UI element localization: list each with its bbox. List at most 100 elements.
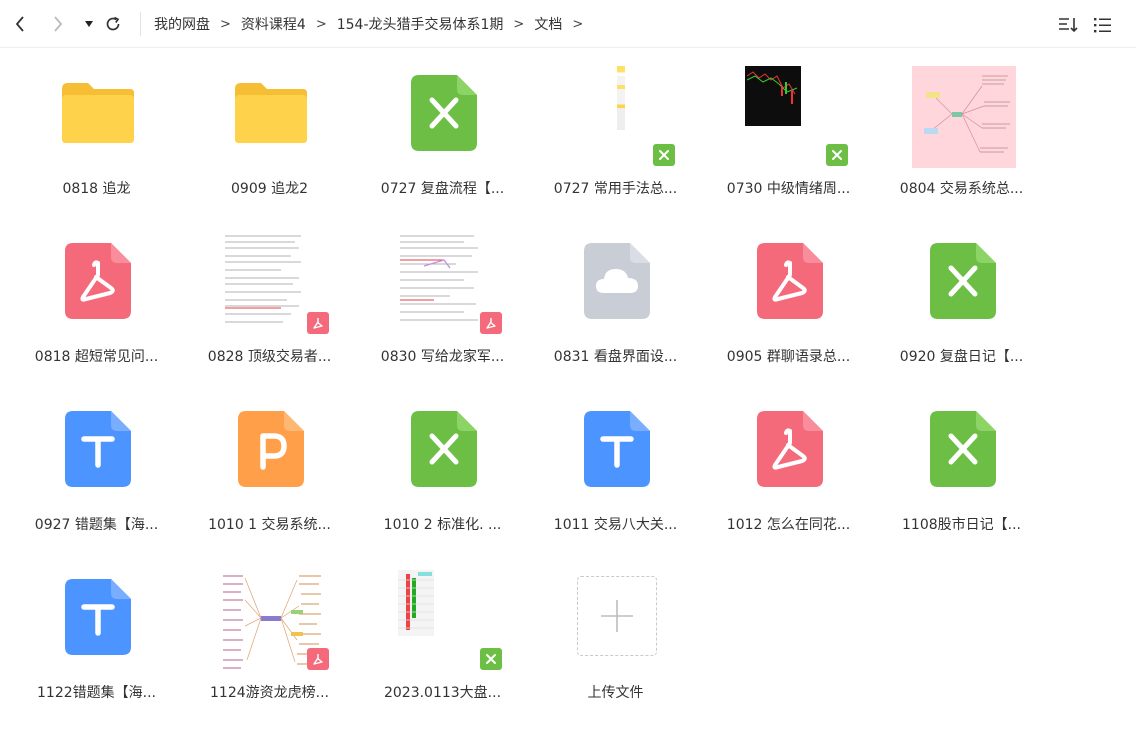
file-name: 1122错题集【海... — [37, 685, 156, 701]
file-tile[interactable]: 1122错题集【海... — [10, 552, 183, 702]
excel-icon — [929, 243, 996, 319]
file-name: 1108股市日记【... — [902, 517, 1021, 533]
chart-preview-thumbnail — [745, 66, 801, 126]
sort-icon — [1059, 18, 1078, 33]
file-name: 0905 群聊语录总... — [726, 349, 851, 365]
file-name: 0727 常用手法总... — [553, 181, 678, 197]
file-tile[interactable]: 1124游资龙虎榜... — [183, 552, 356, 702]
file-tile[interactable]: 0727 复盘流程【... — [356, 48, 529, 198]
file-name: 0828 顶级交易者... — [207, 349, 332, 365]
sort-button[interactable] — [1057, 14, 1079, 36]
word-icon — [64, 579, 131, 655]
file-tile[interactable]: 0831 看盘界面设... — [529, 216, 702, 366]
pdf-preview-thumbnail — [394, 230, 484, 334]
breadcrumb-separator[interactable]: > — [572, 17, 583, 32]
file-name: 0804 交易系统总... — [899, 181, 1024, 197]
tile-thumb — [742, 230, 837, 332]
file-tile[interactable]: 0818 追龙 — [10, 48, 183, 198]
tile-thumb — [221, 230, 329, 334]
file-tile[interactable]: 0818 超短常见问... — [10, 216, 183, 366]
file-name: 1010 1 交易系统... — [208, 517, 331, 533]
breadcrumb-separator: > — [315, 16, 327, 32]
pdf-icon — [756, 243, 823, 319]
file-name: 0927 错题集【海... — [34, 517, 159, 533]
tile-thumb — [223, 62, 318, 164]
file-name: 0909 追龙2 — [231, 181, 308, 197]
file-grid: 0818 追龙 0909 追龙2 0727 复盘流程【... 0727 常用手法… — [0, 48, 1136, 745]
file-tile[interactable]: 0828 顶级交易者... — [183, 216, 356, 366]
excel-icon — [410, 411, 477, 487]
upload-tile[interactable]: 上传文件 — [529, 552, 702, 702]
pdf-icon — [756, 411, 823, 487]
excel-badge-icon — [826, 144, 848, 166]
refresh-button[interactable] — [102, 12, 124, 36]
pdf-preview-thumbnail — [221, 230, 305, 334]
tile-thumb — [396, 398, 491, 500]
file-tile[interactable]: 1012 怎么在同花... — [702, 384, 875, 534]
mindmap-preview-thumbnail — [912, 66, 1016, 168]
upload-button[interactable] — [577, 576, 657, 656]
back-button[interactable] — [9, 12, 31, 36]
tile-thumb — [50, 62, 145, 164]
file-name: 0920 复盘日记【... — [899, 349, 1024, 365]
excel-badge-icon — [480, 648, 502, 670]
file-name: 0727 复盘流程【... — [380, 181, 505, 197]
cloud-icon — [583, 243, 650, 319]
forward-button[interactable] — [47, 12, 69, 36]
breadcrumb-item-root[interactable]: 我的网盘 — [154, 14, 210, 34]
pdf-badge-icon — [480, 312, 502, 334]
file-tile[interactable]: 0804 交易系统总... — [875, 48, 1048, 198]
tile-thumb — [223, 398, 318, 500]
refresh-icon — [106, 16, 120, 31]
breadcrumb-item-documents[interactable]: 文档 — [534, 14, 562, 34]
file-tile[interactable]: 0730 中级情绪周... — [702, 48, 875, 198]
file-tile[interactable]: 2023.0113大盘... — [356, 552, 529, 702]
tile-thumb — [396, 62, 491, 164]
file-tile[interactable]: 1010 1 交易系统... — [183, 384, 356, 534]
file-tile[interactable]: 1108股市日记【... — [875, 384, 1048, 534]
pdf-icon — [64, 243, 131, 319]
folder-icon — [234, 83, 307, 143]
tile-thumb — [742, 398, 837, 500]
tile-thumb — [569, 230, 664, 332]
file-tile[interactable]: 0927 错题集【海... — [10, 384, 183, 534]
tile-thumb — [569, 62, 675, 166]
word-icon — [64, 411, 131, 487]
tile-thumb — [569, 398, 664, 500]
tile-thumb — [912, 62, 1016, 168]
excel-badge-icon — [653, 144, 675, 166]
file-tile[interactable]: 0830 写给龙家军... — [356, 216, 529, 366]
tile-thumb — [396, 566, 502, 670]
file-tile[interactable]: 0727 常用手法总... — [529, 48, 702, 198]
file-name: 0818 追龙 — [62, 181, 131, 197]
tile-thumb — [394, 230, 502, 334]
breadcrumb-item-series[interactable]: 154-龙头猎手交易体系1期 — [337, 14, 504, 34]
tile-thumb — [50, 398, 145, 500]
excel-icon — [410, 75, 477, 151]
list-view-button[interactable] — [1092, 14, 1114, 36]
file-name: 1010 2 标准化. ... — [383, 517, 502, 533]
file-tile[interactable]: 0905 群聊语录总... — [702, 216, 875, 366]
file-tile[interactable]: 0920 复盘日记【... — [875, 216, 1048, 366]
ppt-icon — [237, 411, 304, 487]
file-tile[interactable]: 1011 交易八大关... — [529, 384, 702, 534]
tile-thumb — [50, 230, 145, 332]
breadcrumb-separator: > — [513, 16, 525, 32]
file-name: 2023.0113大盘... — [383, 685, 502, 701]
chevron-left-icon — [15, 16, 24, 32]
tile-thumb — [915, 230, 1010, 332]
history-dropdown-button[interactable] — [78, 12, 100, 36]
excel-icon — [929, 411, 996, 487]
file-name: 0830 写给龙家军... — [380, 349, 505, 365]
file-name: 0730 中级情绪周... — [726, 181, 851, 197]
plus-icon — [601, 600, 633, 632]
breadcrumb-separator: > — [220, 16, 231, 32]
file-name: 1012 怎么在同花... — [726, 517, 851, 533]
excel-preview-thumbnail — [615, 66, 627, 130]
breadcrumb: 我的网盘 > 资料课程4 > 154-龙头猎手交易体系1期 > 文档 > — [140, 12, 593, 36]
file-tile[interactable]: 1010 2 标准化. ... — [356, 384, 529, 534]
breadcrumb-item-course[interactable]: 资料课程4 — [241, 14, 306, 34]
chevron-right-icon — [54, 16, 63, 32]
pdf-badge-icon — [307, 648, 329, 670]
file-tile[interactable]: 0909 追龙2 — [183, 48, 356, 198]
